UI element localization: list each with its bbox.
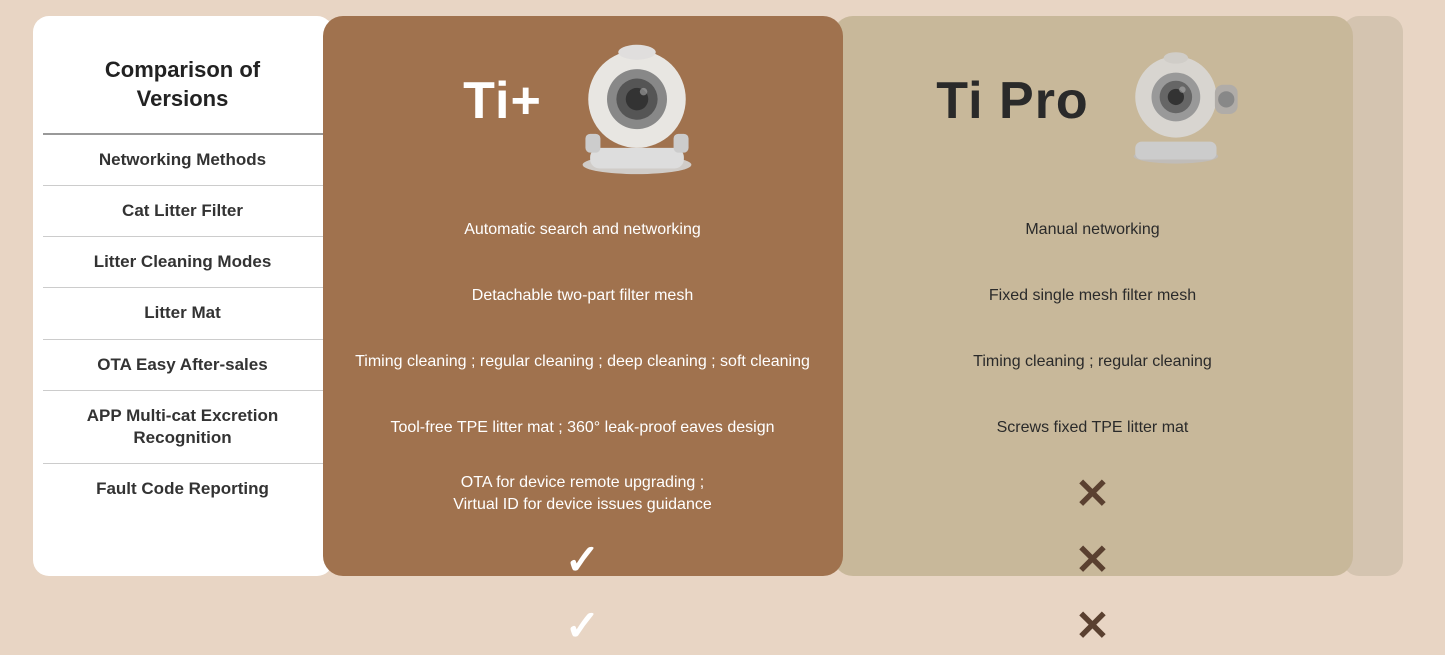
tiplus-feature-mat: Tool-free TPE litter mat ; 360° leak-pro… xyxy=(343,401,823,455)
tipro-feature-fault: ✕ xyxy=(853,599,1333,653)
sidebar-item-litter-mat: Litter Mat xyxy=(43,288,323,339)
tiplus-feature-fault: ✓ xyxy=(343,599,823,653)
tiplus-feature-networking: Automatic search and networking xyxy=(343,203,823,257)
sidebar-item-ota: OTA Easy After-sales xyxy=(43,340,323,391)
tiplus-title: Ti+ xyxy=(463,71,542,131)
tipro-feature-multicat: ✕ xyxy=(853,533,1333,587)
tipro-feature-networking: Manual networking xyxy=(853,203,1333,257)
tiplus-feature-multicat: ✓ xyxy=(343,533,823,587)
tipro-feature-filter: Fixed single mesh filter mesh xyxy=(853,269,1333,323)
sidebar-item-cleaning-modes: Litter Cleaning Modes xyxy=(43,237,323,288)
tiplus-feature-filter: Detachable two-part filter mesh xyxy=(343,269,823,323)
tipro-card: Ti Pro Manual networking xyxy=(833,16,1353,576)
tipro-x-fault: ✕ xyxy=(1075,597,1110,655)
tiplus-check-fault: ✓ xyxy=(565,597,600,655)
comparison-container: Comparison of Versions Networking Method… xyxy=(33,16,1413,576)
sidebar-item-filter: Cat Litter Filter xyxy=(43,186,323,237)
sidebar-item-networking: Networking Methods xyxy=(43,135,323,186)
tiplus-card: Ti+ Automatic search and netw xyxy=(323,16,843,576)
tipro-feature-mat: Screws fixed TPE litter mat xyxy=(853,401,1333,455)
sidebar-title: Comparison of Versions xyxy=(43,36,323,135)
tipro-x-ota: ✕ xyxy=(1075,465,1110,524)
tipro-robot-image xyxy=(1119,26,1249,176)
tiplus-feature-ota: OTA for device remote upgrading ; Virtua… xyxy=(343,467,823,521)
tipro-title: Ti Pro xyxy=(936,71,1088,131)
tipro-x-multicat: ✕ xyxy=(1075,531,1110,590)
tipro-feature-cleaning: Timing cleaning ; regular cleaning xyxy=(853,335,1333,389)
sidebar: Comparison of Versions Networking Method… xyxy=(33,16,333,576)
tipro-feature-ota: ✕ xyxy=(853,467,1333,521)
tiplus-feature-cleaning: Timing cleaning ; regular cleaning ; dee… xyxy=(343,335,823,389)
tiplus-header: Ti+ xyxy=(343,16,823,191)
tiplus-check-multicat: ✓ xyxy=(565,531,600,590)
sidebar-item-fault: Fault Code Reporting xyxy=(43,464,323,514)
tipro-header: Ti Pro xyxy=(853,16,1333,191)
tiplus-robot-image xyxy=(572,26,702,176)
sidebar-item-multicat: APP Multi-cat Excretion Recognition xyxy=(43,391,323,464)
